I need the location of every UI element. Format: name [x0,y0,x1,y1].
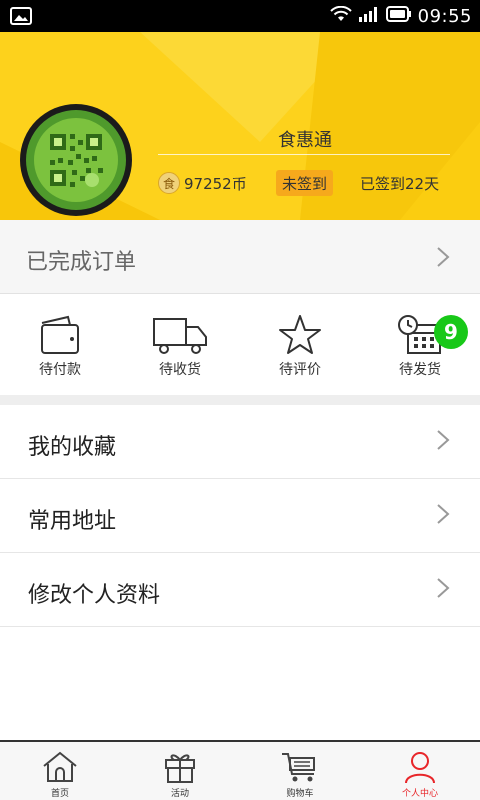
completed-orders-label: 已完成订单 [26,250,137,275]
completed-orders-row[interactable]: 已完成订单 [0,220,480,294]
battery-icon [385,6,412,26]
section-divider [0,395,480,405]
pending-shipment-count-badge: 9 [434,315,468,349]
tab-profile[interactable]: 个人中心 [360,742,480,800]
menu-item-favorites[interactable]: 我的收藏 [0,405,480,479]
truck-icon [153,318,207,354]
status-pending-shipment[interactable]: 待发货 [360,295,480,395]
menu-item-addresses[interactable]: 常用地址 [0,479,480,553]
qr-code-avatar-image [22,106,130,214]
chevron-right-icon [437,247,450,267]
profile-header: 食惠通 食 97252币 未签到 已签到22天 [0,32,480,220]
image-notification-icon [10,7,32,25]
menu-item-label: 我的收藏 [28,435,117,460]
person-icon [405,752,435,784]
tab-profile-label: 个人中心 [401,789,438,799]
status-time: 09:55 [417,5,472,27]
signal-icon [358,6,380,26]
checkin-streak: 已签到22天 [360,174,440,193]
tab-cart[interactable]: 购物车 [240,742,360,800]
coin-icon: 食 [158,172,180,194]
chevron-right-icon [437,578,450,598]
tab-home-label: 首页 [50,789,69,799]
status-pending-review[interactable]: 待评价 [240,295,360,395]
tab-activities-label: 活动 [170,789,189,799]
tab-cart-label: 购物车 [286,789,314,799]
tab-home[interactable]: 首页 [0,742,120,800]
wallet-icon [41,315,79,354]
home-icon [43,751,77,782]
profile-divider [158,154,450,155]
menu-item-label: 常用地址 [28,509,117,534]
wifi-icon [329,5,352,26]
avatar[interactable] [20,104,132,216]
coin-balance: 食 97252币 [158,170,247,196]
profile-name: 食惠通 [278,130,332,151]
cart-icon [282,753,315,782]
status-pending-review-label: 待评价 [279,362,321,378]
status-bar: 09:55 [0,0,480,32]
status-pending-receipt[interactable]: 待收货 [120,295,240,395]
tab-activities[interactable]: 活动 [120,742,240,800]
order-status-strip: 待付款 待收货 待评价 待发货 [0,295,480,395]
menu-item-edit-profile[interactable]: 修改个人资料 [0,553,480,627]
checkin-button[interactable]: 未签到 [276,170,334,196]
gift-icon [165,754,195,783]
bottom-tab-bar: 首页 活动 购物车 个人中心 [0,740,480,800]
status-pending-receipt-label: 待收货 [159,362,201,378]
chevron-right-icon [437,430,450,450]
menu-item-label: 修改个人资料 [28,583,161,608]
coin-amount: 97252币 [184,174,247,193]
status-pending-payment[interactable]: 待付款 [0,295,120,395]
chevron-right-icon [437,504,450,524]
status-pending-shipment-label: 待发货 [399,362,441,378]
star-icon [279,315,321,354]
status-pending-payment-label: 待付款 [39,362,81,378]
